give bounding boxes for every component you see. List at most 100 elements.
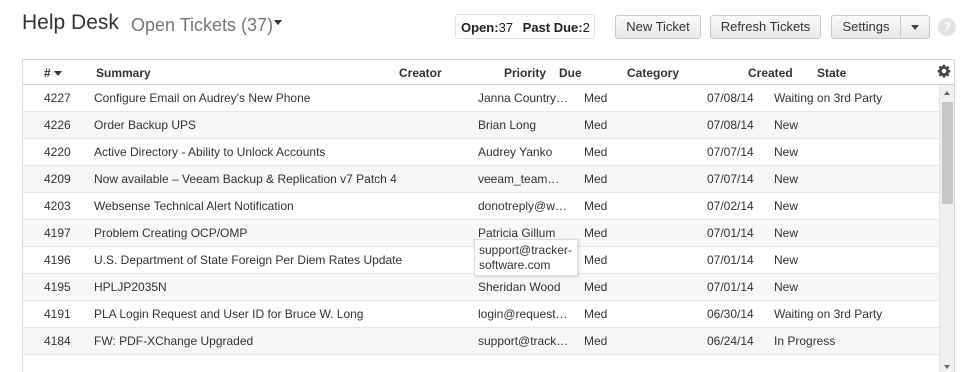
column-header-due[interactable]: Due	[559, 66, 582, 80]
ticket-summary: FW: PDF-XChange Upgraded	[94, 334, 254, 348]
table-row[interactable]: 4195 HPLJP2035N Sheridan Wood Med 07/01/14 Ne…	[23, 274, 939, 301]
ticket-created: 07/02/14	[707, 199, 754, 213]
column-header-state[interactable]: State	[817, 66, 846, 80]
tickets-grid: # Summary Creator Priority Due Category …	[22, 59, 955, 372]
ticket-number: 4191	[44, 307, 71, 321]
ticket-created: 06/24/14	[707, 334, 754, 348]
open-count-value: 37	[498, 20, 514, 35]
ticket-state: New	[774, 226, 799, 240]
toolbar: Help Desk Open Tickets (37) Open:37 Past…	[0, 0, 963, 52]
ticket-summary: Configure Email on Audrey's New Phone	[94, 91, 311, 105]
ticket-number: 4220	[44, 145, 71, 159]
creator-tooltip: support@tracker- software.com	[474, 239, 578, 276]
settings-button[interactable]: Settings	[831, 15, 901, 39]
ticket-summary: Problem Creating OCP/OMP	[94, 226, 248, 240]
ticket-number: 4184	[44, 334, 71, 348]
column-header-created[interactable]: Created	[748, 66, 793, 80]
ticket-created: 07/08/14	[707, 91, 754, 105]
view-selector-label: Open Tickets (37)	[131, 15, 274, 35]
ticket-priority: Med	[584, 280, 608, 294]
ticket-summary: Active Directory - Ability to Unlock Acc…	[94, 145, 326, 159]
open-count-label: Open:	[461, 20, 499, 35]
ticket-priority: Med	[584, 253, 608, 267]
ticket-number: 4227	[44, 91, 71, 105]
scrollbar-thumb[interactable]	[942, 102, 953, 204]
table-body: 4227 Configure Email on Audrey's New Phon…	[23, 85, 939, 372]
help-icon[interactable]: ?	[938, 18, 956, 36]
ticket-priority: Med	[584, 145, 608, 159]
table-row[interactable]: 4191 PLA Login Request and User ID for Br…	[23, 301, 939, 328]
ticket-number: 4196	[44, 253, 71, 267]
caret-down-icon	[911, 25, 919, 31]
ticket-number: 4226	[44, 118, 71, 132]
new-ticket-button[interactable]: New Ticket	[615, 15, 701, 39]
column-header-summary[interactable]: Summary	[96, 66, 151, 80]
ticket-creator: Brian Long	[478, 118, 537, 132]
ticket-priority: Med	[584, 307, 608, 321]
vertical-scrollbar[interactable]	[939, 85, 954, 372]
ticket-state: New	[774, 253, 799, 267]
ticket-number: 4197	[44, 226, 71, 240]
ticket-state: New	[774, 199, 799, 213]
ticket-summary: PLA Login Request and User ID for Bruce …	[94, 307, 364, 321]
pastdue-count-label: Past Due:	[522, 20, 583, 35]
table-header: # Summary Creator Priority Due Category …	[23, 60, 954, 85]
ticket-creator: support@track…	[478, 334, 569, 348]
ticket-summary: Order Backup UPS	[94, 118, 197, 132]
settings-dropdown-button[interactable]	[900, 15, 930, 39]
ticket-priority: Med	[584, 91, 608, 105]
table-row[interactable]: 4184 FW: PDF-XChange Upgraded support@trac…	[23, 328, 939, 355]
column-header-priority[interactable]: Priority	[504, 66, 546, 80]
ticket-creator: veeam_team…	[478, 172, 560, 186]
ticket-state: New	[774, 172, 799, 186]
ticket-state: Waiting on 3rd Party	[774, 91, 883, 105]
scroll-up-icon[interactable]	[944, 91, 950, 95]
ticket-summary: HPLJP2035N	[94, 280, 167, 294]
ticket-creator: donotreply@w…	[478, 199, 567, 213]
table-row[interactable]: 4220 Active Directory - Ability to Unlock…	[23, 139, 939, 166]
column-header-creator[interactable]: Creator	[399, 66, 442, 80]
view-selector[interactable]: Open Tickets (37)	[131, 15, 283, 36]
table-row[interactable]: 4227 Configure Email on Audrey's New Phon…	[23, 85, 939, 112]
ticket-priority: Med	[584, 334, 608, 348]
ticket-state: Waiting on 3rd Party	[774, 307, 883, 321]
column-header-category[interactable]: Category	[627, 66, 679, 80]
ticket-priority: Med	[584, 226, 608, 240]
table-row[interactable]: 4226 Order Backup UPS Brian Long Med 07/08/1…	[23, 112, 939, 139]
sort-desc-icon	[53, 71, 62, 77]
table-row[interactable]: 4209 Now available – Veeam Backup & Repli…	[23, 166, 939, 193]
ticket-number: 4195	[44, 280, 71, 294]
refresh-tickets-button[interactable]: Refresh Tickets	[710, 15, 821, 39]
ticket-created: 07/01/14	[707, 226, 754, 240]
ticket-priority: Med	[584, 199, 608, 213]
ticket-summary: U.S. Department of State Foreign Per Die…	[94, 253, 403, 267]
ticket-created: 07/01/14	[707, 253, 754, 267]
column-header-number[interactable]: #	[44, 66, 62, 80]
pastdue-count-value: 2	[582, 20, 590, 35]
ticket-state: New	[774, 280, 799, 294]
ticket-creator: Janna Country…	[478, 91, 569, 105]
ticket-state: New	[774, 118, 799, 132]
ticket-summary: Websense Technical Alert Notification	[94, 199, 294, 213]
ticket-created: 07/07/14	[707, 145, 754, 159]
scroll-down-icon[interactable]	[944, 365, 950, 369]
ticket-state: New	[774, 145, 799, 159]
ticket-creator: Sheridan Wood	[478, 280, 561, 294]
table-row[interactable]: 4203 Websense Technical Alert Notificatio…	[23, 193, 939, 220]
caret-down-icon	[274, 19, 283, 25]
ticket-priority: Med	[584, 118, 608, 132]
ticket-created: 07/07/14	[707, 172, 754, 186]
ticket-creator: Patricia Gillum	[478, 226, 556, 240]
ticket-summary: Now available – Veeam Backup & Replicati…	[94, 172, 397, 186]
ticket-created: 07/01/14	[707, 280, 754, 294]
ticket-state: In Progress	[774, 334, 836, 348]
ticket-created: 07/08/14	[707, 118, 754, 132]
ticket-number: 4209	[44, 172, 71, 186]
ticket-number: 4203	[44, 199, 71, 213]
ticket-creator: login@request…	[478, 307, 568, 321]
ticket-counts: Open:37 Past Due:2	[455, 14, 595, 39]
gear-icon[interactable]	[937, 64, 951, 78]
ticket-creator: Audrey Yanko	[478, 145, 553, 159]
ticket-created: 06/30/14	[707, 307, 754, 321]
ticket-priority: Med	[584, 172, 608, 186]
